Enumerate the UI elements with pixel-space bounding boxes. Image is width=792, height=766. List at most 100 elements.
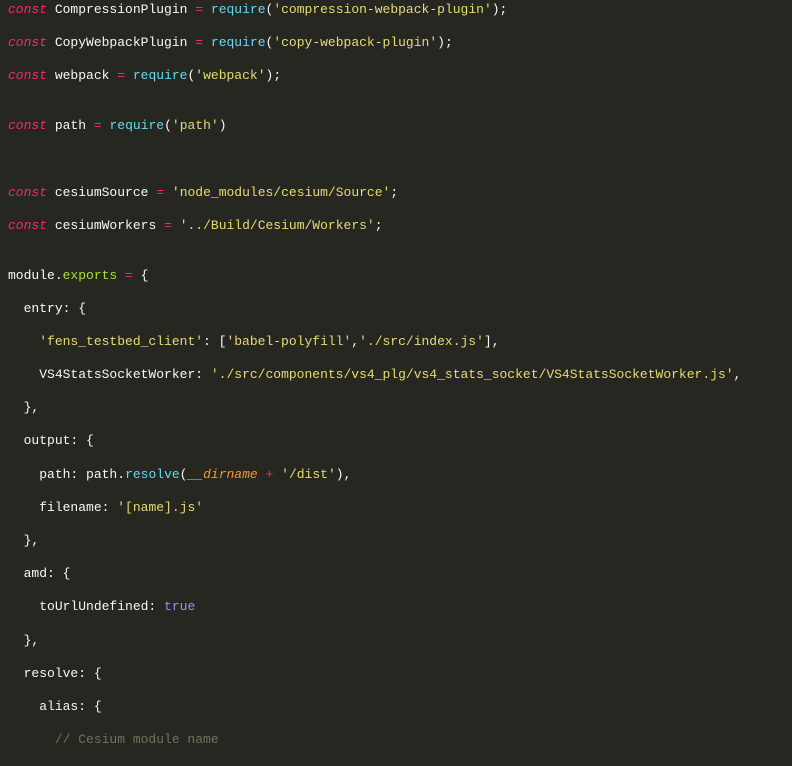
token-func: require [211, 35, 266, 50]
token-punc: . [55, 268, 63, 283]
code-line: resolve: { [0, 666, 792, 683]
token-punc [203, 2, 211, 17]
token-kw: const [8, 118, 47, 133]
token-punc: ; [390, 185, 398, 200]
code-line: toUrlUndefined: true [0, 599, 792, 616]
code-line: const path = require('path') [0, 118, 792, 135]
token-punc [156, 218, 164, 233]
token-kw: const [8, 35, 47, 50]
token-var: webpack [55, 68, 110, 83]
token-var: CompressionPlugin [55, 2, 188, 17]
code-line: amd: { [0, 566, 792, 583]
code-line: VS4StatsSocketWorker: './src/components/… [0, 367, 792, 384]
token-punc: ( [164, 118, 172, 133]
token-brace: }, [24, 533, 40, 548]
code-line: path: path.resolve(__dirname + '/dist'), [0, 467, 792, 484]
token-punc [258, 467, 266, 482]
code-line: const cesiumWorkers = '../Build/Cesium/W… [0, 218, 792, 235]
token-kw: const [8, 218, 47, 233]
token-punc [47, 118, 55, 133]
token-punc [47, 185, 55, 200]
token-propkey: toUrlUndefined: [39, 599, 164, 614]
token-punc [273, 467, 281, 482]
token-punc: ); [266, 68, 282, 83]
token-str: 'copy-webpack-plugin' [273, 35, 437, 50]
token-punc [172, 218, 180, 233]
token-prop: exports [63, 268, 118, 283]
token-str: 'babel-polyfill' [226, 334, 351, 349]
token-punc [86, 118, 94, 133]
token-str: '[name].js' [117, 500, 203, 515]
token-punc: ) [219, 118, 227, 133]
token-var: cesiumWorkers [55, 218, 156, 233]
token-punc: , [734, 367, 742, 382]
token-punc: : [ [203, 334, 226, 349]
code-line: 'fens_testbed_client': ['babel-polyfill'… [0, 334, 792, 351]
token-brace: }, [24, 633, 40, 648]
code-line: const cesiumSource = 'node_modules/cesiu… [0, 185, 792, 202]
token-op: = [156, 185, 164, 200]
token-str: 'node_modules/cesium/Source' [172, 185, 390, 200]
token-comment: // Cesium module name [55, 732, 219, 747]
token-punc: ], [484, 334, 500, 349]
token-op: = [195, 35, 203, 50]
token-propkey: alias: [39, 699, 94, 714]
token-op: = [125, 268, 133, 283]
token-punc: , [351, 334, 359, 349]
token-punc: ; [375, 218, 383, 233]
token-brace: }, [24, 400, 40, 415]
token-var: module [8, 268, 55, 283]
code-line: }, [0, 533, 792, 550]
token-func: require [211, 2, 266, 17]
code-line: filename: '[name].js' [0, 500, 792, 517]
token-brace: { [94, 666, 102, 681]
token-punc [125, 68, 133, 83]
token-op: = [117, 68, 125, 83]
token-str: 'webpack' [195, 68, 265, 83]
token-punc [164, 185, 172, 200]
token-var: path [55, 118, 86, 133]
token-punc: ), [336, 467, 352, 482]
code-line: }, [0, 400, 792, 417]
token-punc: ); [492, 2, 508, 17]
token-var: cesiumSource [55, 185, 149, 200]
code-line: }, [0, 633, 792, 650]
token-var: CopyWebpackPlugin [55, 35, 188, 50]
token-str: '/dist' [281, 467, 336, 482]
token-func: resolve [125, 467, 180, 482]
token-dirn: __dirname [187, 467, 257, 482]
token-propkey: output: [24, 433, 86, 448]
token-brace: { [141, 268, 149, 283]
token-propkey: path: [39, 467, 86, 482]
token-punc [47, 35, 55, 50]
code-line: const CopyWebpackPlugin = require('copy-… [0, 35, 792, 52]
token-propkey: filename: [39, 500, 117, 515]
code-editor[interactable]: const CompressionPlugin = require('compr… [0, 0, 792, 766]
token-propkey: resolve: [24, 666, 94, 681]
token-propkey: entry: [24, 301, 79, 316]
token-func: require [109, 118, 164, 133]
token-punc: . [117, 467, 125, 482]
token-op: = [195, 2, 203, 17]
token-bool: true [164, 599, 195, 614]
token-str: 'fens_testbed_client' [39, 334, 203, 349]
token-kw: const [8, 2, 47, 17]
token-punc: ); [437, 35, 453, 50]
token-kw: const [8, 68, 47, 83]
token-brace: { [94, 699, 102, 714]
token-punc [133, 268, 141, 283]
code-line: output: { [0, 433, 792, 450]
code-line: // Cesium module name [0, 732, 792, 749]
token-punc [47, 68, 55, 83]
token-brace: { [63, 566, 71, 581]
code-line: module.exports = { [0, 268, 792, 285]
token-var: path [86, 467, 117, 482]
token-func: require [133, 68, 188, 83]
token-str: './src/index.js' [359, 334, 484, 349]
token-propkey: VS4StatsSocketWorker: [39, 367, 211, 382]
token-str: 'compression-webpack-plugin' [273, 2, 491, 17]
token-kw: const [8, 185, 47, 200]
token-brace: { [78, 301, 86, 316]
code-line: entry: { [0, 301, 792, 318]
code-line: const CompressionPlugin = require('compr… [0, 2, 792, 19]
